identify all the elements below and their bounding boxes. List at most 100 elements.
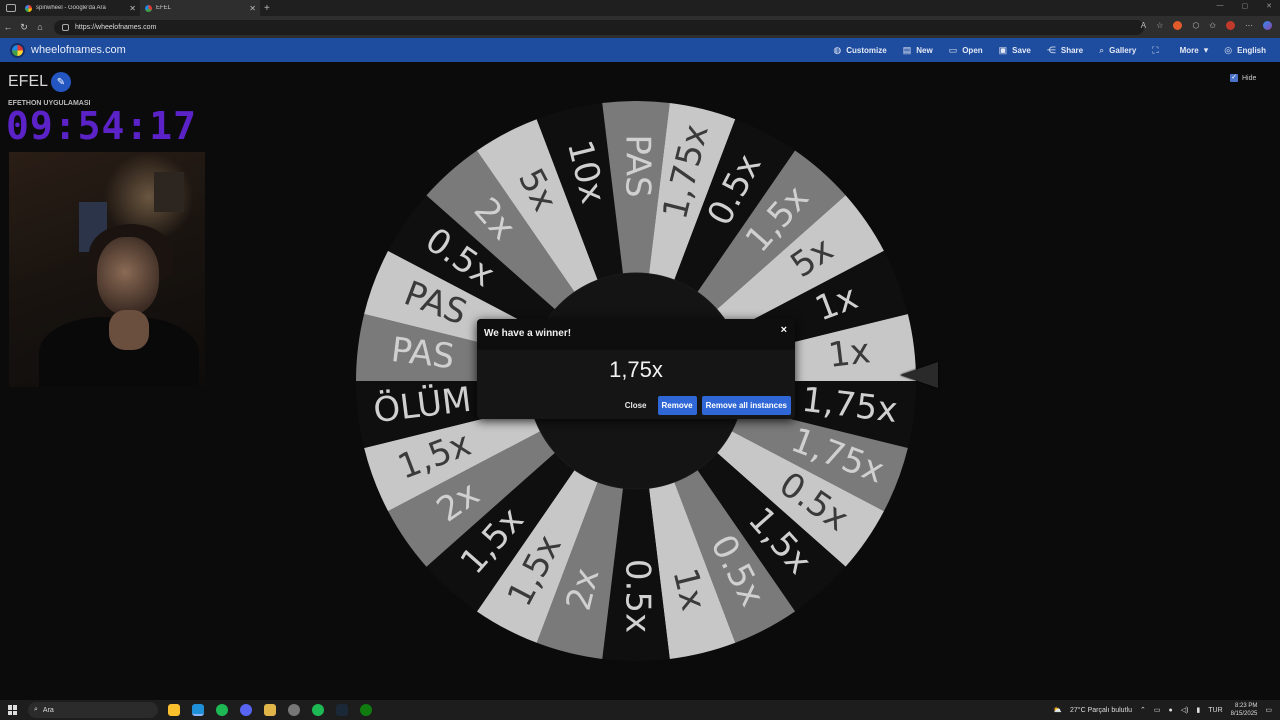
pencil-icon: ✎ xyxy=(56,76,66,88)
globe-icon: ◎ xyxy=(1224,44,1233,55)
reload-icon[interactable]: ↻ xyxy=(16,22,32,33)
taskbar-search[interactable]: ⌕ Ara xyxy=(28,702,158,718)
copilot-app-icon[interactable] xyxy=(168,704,180,716)
tab-actions-icon[interactable] xyxy=(6,4,16,12)
hide-label: Hide xyxy=(1242,74,1257,82)
wheel-segment-label: 1x xyxy=(826,331,872,376)
remove-all-button[interactable]: Remove all instances xyxy=(701,396,791,415)
menu-fullscreen[interactable]: ⛶ xyxy=(1152,45,1163,56)
menu-label: New xyxy=(916,45,933,55)
copilot-icon[interactable] xyxy=(1263,21,1272,30)
dialog-header: We have a winner! × xyxy=(477,319,795,350)
edge-app-icon[interactable] xyxy=(192,704,204,716)
wheel-title: EFEL xyxy=(8,73,49,90)
favorite-icon[interactable]: ☆ xyxy=(1156,21,1163,30)
profile-icon[interactable] xyxy=(1226,21,1235,30)
menu-label: Gallery xyxy=(1109,45,1137,55)
site-info-icon[interactable] xyxy=(62,23,69,31)
dialog-actions: Close Remove Remove all instances xyxy=(619,396,791,415)
windows-start-icon[interactable] xyxy=(8,705,18,715)
taskbar-search-label: Ara xyxy=(42,706,54,714)
window-controls: — ▢ ✕ xyxy=(1217,2,1273,10)
address-bar[interactable]: https://wheelofnames.com xyxy=(54,19,1144,35)
browser-tabstrip: spinwheel - Google'da Ara ✕ EFEL ✕ + — ▢… xyxy=(0,0,1280,16)
file-icon: ▤ xyxy=(902,44,912,55)
search-icon: ⌕ xyxy=(34,706,38,713)
browser-toolbar: ← ↻ ⌂ https://wheelofnames.com A ☆ ⬡ ✩ ⋯ xyxy=(0,16,1280,38)
discord-app-icon[interactable] xyxy=(240,704,252,716)
extension-icon[interactable] xyxy=(1173,21,1183,30)
close-button[interactable]: Close xyxy=(619,397,653,414)
taskbar-apps xyxy=(168,704,372,716)
wheel-segment-label: PAS xyxy=(617,134,657,197)
menu-label: English xyxy=(1237,45,1266,55)
volume-icon[interactable]: ◁) xyxy=(1181,706,1189,714)
back-icon[interactable]: ← xyxy=(0,22,16,32)
menu-open[interactable]: ▭ Open xyxy=(949,45,983,56)
tab-efel[interactable]: EFEL ✕ xyxy=(140,0,260,16)
clock-date: 8/15/2025 xyxy=(1230,711,1258,717)
countdown-timer: 09:54:17 xyxy=(6,104,198,148)
app-menu: ◍ Customize ▤ New ▭ Open ▣ Save ⋲ Share ⌕ Gallery ⛶ M… xyxy=(833,38,1266,62)
dialog-close-icon[interactable]: × xyxy=(781,324,787,336)
close-tab-icon[interactable]: ✕ xyxy=(129,4,136,13)
taskbar-clock[interactable]: 8:23 PM 8/15/2025 xyxy=(1231,702,1258,718)
menu-customize[interactable]: ◍ Customize xyxy=(833,45,886,56)
menu-gallery[interactable]: ⌕ Gallery xyxy=(1099,45,1136,56)
favorites-icon[interactable]: ✩ xyxy=(1209,21,1216,30)
url-text: https://wheelofnames.com xyxy=(75,23,157,31)
winner-text: 1,75x xyxy=(609,357,663,382)
battery-icon[interactable]: ▮ xyxy=(1196,706,1200,714)
menu-english[interactable]: ◎ English xyxy=(1224,45,1266,56)
share-icon: ⋲ xyxy=(1046,44,1056,55)
edit-title-button[interactable]: ✎ xyxy=(51,72,71,92)
wheel-segment-label: 0.5x xyxy=(618,559,658,633)
system-tray: ⛅ 27°C Parçalı bulutlu ⌃ ▭ ● ◁) ▮ TUR 8:… xyxy=(1053,700,1272,720)
wheel-segment-label: PAS xyxy=(389,330,457,377)
app-icon[interactable] xyxy=(288,704,300,716)
hide-toggle[interactable]: ✓ Hide xyxy=(1230,74,1256,82)
close-window-icon[interactable]: ✕ xyxy=(1266,2,1272,10)
minimize-icon[interactable]: — xyxy=(1217,2,1224,10)
close-tab-icon[interactable]: ✕ xyxy=(249,4,256,13)
read-aloud-icon[interactable]: A xyxy=(1141,21,1146,30)
spotify-app-icon[interactable] xyxy=(312,704,324,716)
file-explorer-icon[interactable] xyxy=(264,704,276,716)
language-indicator[interactable]: TUR xyxy=(1208,707,1222,714)
site-name[interactable]: wheelofnames.com xyxy=(31,44,126,56)
steam-app-icon[interactable] xyxy=(336,704,348,716)
windows-taskbar: ⌕ Ara ⛅ 27°C Parçalı bulutlu ⌃ ▭ ● ◁) ▮ … xyxy=(0,700,1280,720)
notification-icon[interactable]: ▭ xyxy=(1265,706,1272,714)
menu-save[interactable]: ▣ Save xyxy=(999,45,1031,56)
more-icon[interactable]: ⋯ xyxy=(1245,21,1253,30)
menu-label: Open xyxy=(962,45,983,55)
wheel-pointer xyxy=(900,362,938,388)
tab-search[interactable]: spinwheel - Google'da Ara ✕ xyxy=(20,0,140,16)
xbox-app-icon[interactable] xyxy=(360,704,372,716)
wheel-logo-icon[interactable] xyxy=(10,42,25,58)
screen: spinwheel - Google'da Ara ✕ EFEL ✕ + — ▢… xyxy=(0,0,1280,720)
extensions-icon[interactable]: ⬡ xyxy=(1192,21,1199,30)
menu-label: More xyxy=(1179,45,1199,55)
microphone-icon[interactable]: ● xyxy=(1168,707,1172,714)
winner-dialog: We have a winner! × 1,75x Close Remove R… xyxy=(477,319,795,419)
spotify-app-icon[interactable] xyxy=(216,704,228,716)
menu-label: Customize xyxy=(846,45,887,55)
menu-new[interactable]: ▤ New xyxy=(903,45,933,56)
maximize-icon[interactable]: ▢ xyxy=(1242,2,1249,10)
clock-time: 8:23 PM xyxy=(1235,703,1258,709)
menu-label: Save xyxy=(1012,45,1031,55)
network-icon[interactable]: ▭ xyxy=(1154,706,1161,714)
weather-icon[interactable]: ⛅ xyxy=(1053,706,1062,714)
webcam-feed xyxy=(9,152,205,387)
new-tab-icon[interactable]: + xyxy=(264,3,270,14)
chevron-down-icon: ▾ xyxy=(1203,44,1209,55)
weather-text[interactable]: 27°C Parçalı bulutlu xyxy=(1070,707,1132,714)
home-icon[interactable]: ⌂ xyxy=(32,22,48,32)
chevron-up-icon[interactable]: ⌃ xyxy=(1140,706,1146,714)
menu-share[interactable]: ⋲ Share xyxy=(1047,45,1083,56)
wheel-icon xyxy=(145,4,152,12)
menu-more[interactable]: More ▾ xyxy=(1180,45,1209,56)
app-header: wheelofnames.com ◍ Customize ▤ New ▭ Open ▣ Sav… xyxy=(0,38,1280,62)
remove-button[interactable]: Remove xyxy=(657,396,697,415)
